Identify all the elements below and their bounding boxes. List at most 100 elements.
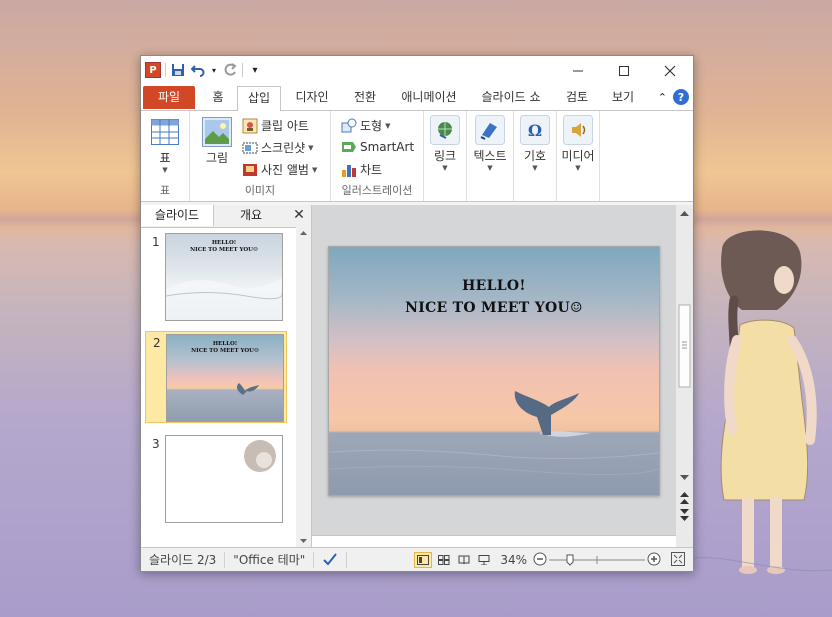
window-controls <box>555 56 693 86</box>
media-label: 미디어 <box>561 149 595 163</box>
slide-thumbnail-1[interactable]: 1 HELLO! NICE TO MEET YOU☺ <box>145 231 285 321</box>
slide-editing-area: HELLO! NICE TO MEET YOU☺ <box>312 205 693 548</box>
media-dropdown-chevron-icon: ▼ <box>575 164 581 172</box>
thumbnail-scrollbar[interactable] <box>296 227 311 547</box>
tab-home[interactable]: 홈 <box>201 86 235 109</box>
girl-illustration <box>682 230 832 574</box>
powerpoint-app-icon[interactable]: P <box>145 62 161 78</box>
photo-album-icon <box>243 163 257 176</box>
save-icon[interactable] <box>170 62 186 78</box>
tab-slides[interactable]: 슬라이드 <box>141 205 214 226</box>
photo-album-button[interactable]: 사진 앨범 ▼ <box>242 161 317 178</box>
slide-number: 3 <box>152 437 160 451</box>
table-label: 표 <box>159 151 171 165</box>
tab-animations[interactable]: 애니메이션 <box>393 86 465 109</box>
picture-button[interactable]: 그림 <box>198 117 236 166</box>
svg-text:Ω: Ω <box>528 121 542 140</box>
symbols-button[interactable]: Ω 기호 ▼ <box>516 115 554 172</box>
group-table: 표 ▼ 표 <box>141 111 190 201</box>
close-pane-icon[interactable]: ✕ <box>291 207 307 223</box>
text-label: 텍스트 <box>473 149 507 163</box>
group-illustrations: 도형 ▼ SmartArt 차트 일러스트레이션 <box>331 111 424 201</box>
group-images: 그림 클립 아트 스크린샷 ▼ 사진 앨범 ▼ 이미지 <box>190 111 331 201</box>
close-button[interactable] <box>647 56 693 86</box>
photo-album-dropdown-chevron-icon: ▼ <box>311 165 318 174</box>
text-dropdown-chevron-icon: ▼ <box>487 164 493 172</box>
slide-scrollbar[interactable] <box>676 205 693 547</box>
speaker-media-icon <box>563 115 593 145</box>
table-button[interactable]: 표 ▼ <box>147 117 183 174</box>
table-dropdown-chevron-icon: ▼ <box>162 166 168 174</box>
slide-sorter-view-icon[interactable] <box>436 553 452 567</box>
tab-slideshow[interactable]: 슬라이드 쇼 <box>475 86 547 109</box>
tab-view[interactable]: 보기 <box>605 86 641 109</box>
group-symbols: Ω 기호 ▼ <box>514 111 557 201</box>
undo-icon[interactable] <box>190 62 206 78</box>
smartart-icon <box>342 142 356 152</box>
tab-insert[interactable]: 삽입 <box>237 86 281 112</box>
ribbon-tab-bar: 파일 홈 삽입 디자인 전환 애니메이션 슬라이드 쇼 검토 보기 ⌃ ? <box>141 84 693 112</box>
tab-transitions[interactable]: 전환 <box>343 86 387 109</box>
table-icon <box>150 117 180 147</box>
media-button[interactable]: 미디어 ▼ <box>557 115 599 172</box>
status-bar: 슬라이드 2/3 "Office 테마" 34% <box>141 547 693 571</box>
undo-dropdown-chevron-icon[interactable]: ▾ <box>210 62 218 78</box>
maximize-button[interactable] <box>601 56 647 86</box>
slide-thumbnail-pane: 슬라이드 개요 ✕ 1 HELLO! NICE TO MEET YOU☺ 2 HE… <box>141 205 312 547</box>
zoom-in-icon[interactable] <box>647 552 661 569</box>
slide-thumbnail-3[interactable]: 3 <box>145 433 285 523</box>
normal-view-icon[interactable] <box>414 552 433 568</box>
slideshow-view-icon[interactable] <box>476 553 492 567</box>
clipart-button[interactable]: 클립 아트 <box>242 117 309 134</box>
links-dropdown-chevron-icon: ▼ <box>442 164 448 172</box>
pane-tabs: 슬라이드 개요 ✕ <box>141 205 311 228</box>
screenshot-button[interactable]: 스크린샷 ▼ <box>242 139 314 156</box>
group-links: 링크 ▼ <box>424 111 467 201</box>
slide-position: 슬라이드 2/3 <box>141 552 226 568</box>
chart-icon <box>342 164 356 177</box>
tab-review[interactable]: 검토 <box>559 86 595 109</box>
qat-separator <box>242 63 243 77</box>
redo-icon[interactable] <box>222 62 238 78</box>
fit-to-window-icon[interactable] <box>671 551 685 569</box>
shapes-icon <box>341 118 357 132</box>
shapes-button[interactable]: 도형 ▼ <box>341 117 390 134</box>
screenshot-dropdown-chevron-icon: ▼ <box>308 143 314 152</box>
tab-outline[interactable]: 개요 <box>215 205 287 226</box>
omega-symbol-icon: Ω <box>520 115 550 145</box>
minimize-button[interactable] <box>555 56 601 86</box>
symbols-dropdown-chevron-icon: ▼ <box>532 164 538 172</box>
theme-name[interactable]: "Office 테마" <box>225 552 315 568</box>
clipart-icon <box>242 118 258 133</box>
slide-preview: HELLO! NICE TO MEET YOU☺ <box>165 233 283 321</box>
group-media: 미디어 ▼ <box>557 111 600 201</box>
slide-thumbnail-2[interactable]: 2 HELLO! NICE TO MEET YOU☺ <box>145 331 287 423</box>
shapes-dropdown-chevron-icon: ▼ <box>385 121 391 130</box>
current-slide[interactable]: HELLO! NICE TO MEET YOU☺ <box>328 246 660 496</box>
reading-view-icon[interactable] <box>456 553 472 567</box>
text-button[interactable]: 텍스트 ▼ <box>469 115 511 172</box>
zoom-level[interactable]: 34% <box>500 553 527 567</box>
tab-design[interactable]: 디자인 <box>287 86 337 109</box>
zoom-slider[interactable] <box>549 553 645 567</box>
help-icon[interactable]: ? <box>673 89 689 105</box>
powerpoint-window: P ▾ ▾ 파일 홈 삽입 디자인 전환 애니메이션 슬라이드 쇼 검토 보기 … <box>140 55 694 572</box>
picture-icon <box>202 117 232 147</box>
thumb-title: HELLO! NICE TO MEET YOU☺ <box>190 240 258 253</box>
zoom-out-icon[interactable] <box>533 552 547 569</box>
group-text: 텍스트 ▼ <box>467 111 514 201</box>
group-label-illustrations: 일러스트레이션 <box>341 184 413 197</box>
smartart-button[interactable]: SmartArt <box>341 139 414 155</box>
screenshot-icon <box>242 142 258 153</box>
qat-separator <box>165 63 166 77</box>
links-button[interactable]: 링크 ▼ <box>426 115 464 172</box>
ribbon-right-controls: ⌃ ? <box>658 89 689 105</box>
customize-qat-icon[interactable]: ▾ <box>247 62 263 78</box>
globe-link-icon <box>430 115 460 145</box>
collapse-ribbon-chevron-up-icon[interactable]: ⌃ <box>658 91 667 104</box>
tab-file[interactable]: 파일 <box>143 86 195 109</box>
thumb-title: HELLO! NICE TO MEET YOU☺ <box>191 341 259 354</box>
chart-button[interactable]: 차트 <box>341 161 382 178</box>
slide-number: 2 <box>153 336 161 350</box>
spell-check-icon[interactable] <box>314 552 348 568</box>
